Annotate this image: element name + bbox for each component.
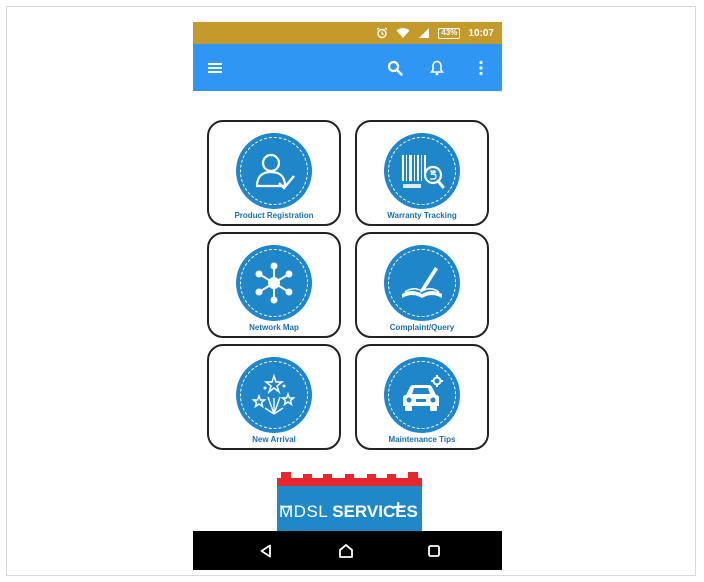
recents-square-icon <box>428 544 440 557</box>
status-bar: 43% 10:07 <box>193 22 502 44</box>
tile-label: Product Registration <box>234 211 314 220</box>
more-vert-icon <box>479 60 483 75</box>
status-time: 10:07 <box>468 27 494 39</box>
barcode-search-icon <box>384 133 460 209</box>
tile-warranty-tracking[interactable]: Warranty Tracking <box>355 120 489 226</box>
battery-terminals-graphic <box>277 472 422 486</box>
signal-icon <box>418 27 430 39</box>
tile-product-registration[interactable]: Product Registration <box>207 120 341 226</box>
alarm-icon <box>376 27 388 39</box>
battery-percentage: 43% <box>441 28 458 37</box>
hamburger-menu-icon <box>208 62 222 73</box>
book-pen-icon <box>384 245 460 321</box>
home-button[interactable] <box>326 531 366 570</box>
battery-icon: 43% <box>438 27 461 39</box>
tile-new-arrival[interactable]: New Arrival <box>207 344 341 450</box>
tile-label: New Arrival <box>252 435 296 444</box>
back-button[interactable] <box>246 531 286 570</box>
back-triangle-icon <box>260 544 271 557</box>
menu-button[interactable] <box>201 44 229 91</box>
car-gear-icon <box>384 357 460 433</box>
tile-maintenance-tips[interactable]: Maintenance Tips <box>355 344 489 450</box>
wifi-icon <box>396 27 410 39</box>
tile-label: Complaint/Query <box>389 323 455 332</box>
logo-brand-part1: MDSL <box>279 502 329 521</box>
phone-screen: 43% 10:07 Product Registration Warranty … <box>193 22 502 570</box>
home-icon <box>339 543 353 558</box>
tile-label: Maintenance Tips <box>388 435 456 444</box>
stars-icon <box>236 357 312 433</box>
tile-label: Warranty Tracking <box>387 211 457 220</box>
overflow-menu-button[interactable] <box>467 44 495 91</box>
system-nav-bar <box>193 531 502 570</box>
logo-brand-text: MDSL SERVICES <box>279 503 418 520</box>
search-icon <box>387 60 403 76</box>
mdsl-services-logo: − + MDSL SERVICES <box>277 470 422 534</box>
network-icon <box>236 245 312 321</box>
recents-button[interactable] <box>414 531 454 570</box>
app-bar <box>193 44 502 91</box>
logo-brand-part2: SERVICES <box>332 502 418 521</box>
user-check-icon <box>236 133 312 209</box>
tile-complaint-query[interactable]: Complaint/Query <box>355 232 489 338</box>
notifications-button[interactable] <box>423 44 451 91</box>
bell-icon <box>430 60 444 75</box>
search-button[interactable] <box>381 44 409 91</box>
tile-label: Network Map <box>249 323 299 332</box>
tile-network-map[interactable]: Network Map <box>207 232 341 338</box>
